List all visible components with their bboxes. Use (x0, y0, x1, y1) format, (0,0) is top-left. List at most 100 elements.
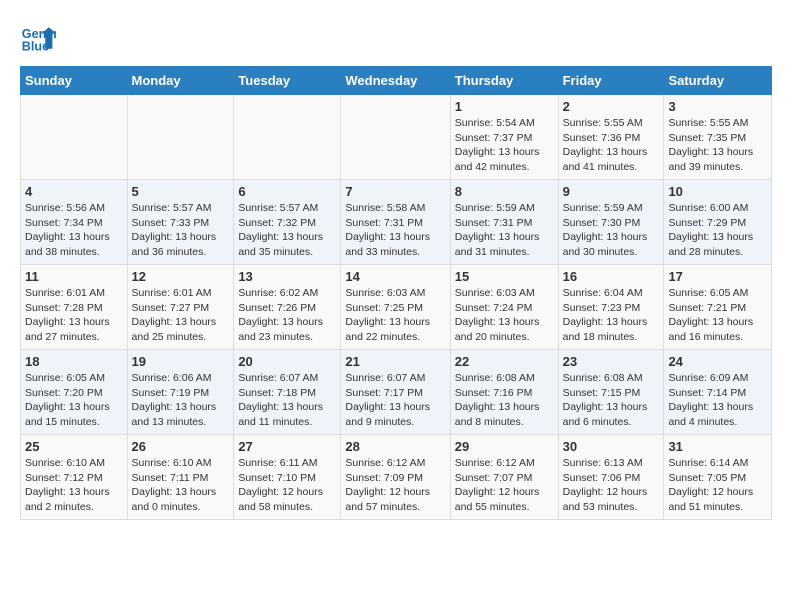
cell-info: Sunrise: 5:55 AMSunset: 7:35 PMDaylight:… (668, 116, 767, 175)
cell-info: Sunrise: 6:10 AMSunset: 7:11 PMDaylight:… (132, 456, 230, 515)
calendar-cell: 2 Sunrise: 5:55 AMSunset: 7:36 PMDaylight… (558, 95, 664, 180)
day-number: 10 (668, 184, 767, 199)
calendar-cell: 17 Sunrise: 6:05 AMSunset: 7:21 PMDayligh… (664, 265, 772, 350)
cell-info: Sunrise: 5:58 AMSunset: 7:31 PMDaylight:… (345, 201, 445, 260)
calendar-cell: 25 Sunrise: 6:10 AMSunset: 7:12 PMDayligh… (21, 435, 128, 520)
cell-info: Sunrise: 6:12 AMSunset: 7:09 PMDaylight:… (345, 456, 445, 515)
day-number: 27 (238, 439, 336, 454)
week-row-1: 1 Sunrise: 5:54 AMSunset: 7:37 PMDaylight… (21, 95, 772, 180)
cell-info: Sunrise: 6:01 AMSunset: 7:28 PMDaylight:… (25, 286, 123, 345)
day-number: 15 (455, 269, 554, 284)
calendar-cell: 13 Sunrise: 6:02 AMSunset: 7:26 PMDayligh… (234, 265, 341, 350)
svg-text:Blue: Blue (22, 40, 49, 54)
calendar-cell: 8 Sunrise: 5:59 AMSunset: 7:31 PMDaylight… (450, 180, 558, 265)
calendar-cell (21, 95, 128, 180)
day-number: 22 (455, 354, 554, 369)
calendar-cell (341, 95, 450, 180)
header-day-tuesday: Tuesday (234, 67, 341, 95)
day-number: 19 (132, 354, 230, 369)
logo-icon: General Blue (20, 20, 56, 56)
calendar-body: 1 Sunrise: 5:54 AMSunset: 7:37 PMDaylight… (21, 95, 772, 520)
calendar-cell: 22 Sunrise: 6:08 AMSunset: 7:16 PMDayligh… (450, 350, 558, 435)
calendar-header: SundayMondayTuesdayWednesdayThursdayFrid… (21, 67, 772, 95)
day-number: 5 (132, 184, 230, 199)
cell-info: Sunrise: 5:56 AMSunset: 7:34 PMDaylight:… (25, 201, 123, 260)
header-day-saturday: Saturday (664, 67, 772, 95)
calendar-cell: 7 Sunrise: 5:58 AMSunset: 7:31 PMDaylight… (341, 180, 450, 265)
calendar-cell: 31 Sunrise: 6:14 AMSunset: 7:05 PMDayligh… (664, 435, 772, 520)
cell-info: Sunrise: 6:02 AMSunset: 7:26 PMDaylight:… (238, 286, 336, 345)
calendar-cell: 11Sunrise: 6:01 AMSunset: 7:28 PMDayligh… (21, 265, 128, 350)
day-number: 4 (25, 184, 123, 199)
day-number: 31 (668, 439, 767, 454)
day-number: 9 (563, 184, 660, 199)
calendar-cell: 6Sunrise: 5:57 AMSunset: 7:32 PMDaylight… (234, 180, 341, 265)
header-day-monday: Monday (127, 67, 234, 95)
calendar-cell (127, 95, 234, 180)
day-number: 18 (25, 354, 123, 369)
cell-info: Sunrise: 6:08 AMSunset: 7:15 PMDaylight:… (563, 371, 660, 430)
calendar-cell: 16 Sunrise: 6:04 AMSunset: 7:23 PMDayligh… (558, 265, 664, 350)
day-number: 24 (668, 354, 767, 369)
day-number: 28 (345, 439, 445, 454)
day-number: 30 (563, 439, 660, 454)
calendar-cell: 23 Sunrise: 6:08 AMSunset: 7:15 PMDayligh… (558, 350, 664, 435)
day-number: 25 (25, 439, 123, 454)
cell-info: Sunrise: 5:59 AMSunset: 7:31 PMDaylight:… (455, 201, 554, 260)
calendar-cell: 28 Sunrise: 6:12 AMSunset: 7:09 PMDayligh… (341, 435, 450, 520)
cell-info: Sunrise: 6:04 AMSunset: 7:23 PMDaylight:… (563, 286, 660, 345)
day-number: 16 (563, 269, 660, 284)
calendar-cell: 20 Sunrise: 6:07 AMSunset: 7:18 PMDayligh… (234, 350, 341, 435)
cell-info: Sunrise: 6:01 AMSunset: 7:27 PMDaylight:… (132, 286, 230, 345)
week-row-4: 18 Sunrise: 6:05 AMSunset: 7:20 PMDayligh… (21, 350, 772, 435)
cell-info: Sunrise: 5:59 AMSunset: 7:30 PMDaylight:… (563, 201, 660, 260)
cell-info: Sunrise: 6:05 AMSunset: 7:21 PMDaylight:… (668, 286, 767, 345)
cell-info: Sunrise: 5:54 AMSunset: 7:37 PMDaylight:… (455, 116, 554, 175)
calendar-cell: 12Sunrise: 6:01 AMSunset: 7:27 PMDayligh… (127, 265, 234, 350)
calendar-cell: 26Sunrise: 6:10 AMSunset: 7:11 PMDayligh… (127, 435, 234, 520)
logo: General Blue (20, 20, 60, 56)
day-number: 21 (345, 354, 445, 369)
calendar-cell: 14 Sunrise: 6:03 AMSunset: 7:25 PMDayligh… (341, 265, 450, 350)
cell-info: Sunrise: 6:14 AMSunset: 7:05 PMDaylight:… (668, 456, 767, 515)
calendar-cell: 15Sunrise: 6:03 AMSunset: 7:24 PMDayligh… (450, 265, 558, 350)
cell-info: Sunrise: 5:55 AMSunset: 7:36 PMDaylight:… (563, 116, 660, 175)
day-number: 7 (345, 184, 445, 199)
day-number: 17 (668, 269, 767, 284)
cell-info: Sunrise: 6:00 AMSunset: 7:29 PMDaylight:… (668, 201, 767, 260)
cell-info: Sunrise: 6:07 AMSunset: 7:17 PMDaylight:… (345, 371, 445, 430)
calendar-cell: 21 Sunrise: 6:07 AMSunset: 7:17 PMDayligh… (341, 350, 450, 435)
calendar-cell: 1 Sunrise: 5:54 AMSunset: 7:37 PMDaylight… (450, 95, 558, 180)
day-number: 14 (345, 269, 445, 284)
cell-info: Sunrise: 6:13 AMSunset: 7:06 PMDaylight:… (563, 456, 660, 515)
page-header: General Blue (20, 20, 772, 56)
day-number: 2 (563, 99, 660, 114)
calendar-cell: 27 Sunrise: 6:11 AMSunset: 7:10 PMDayligh… (234, 435, 341, 520)
day-number: 8 (455, 184, 554, 199)
calendar-cell: 3Sunrise: 5:55 AMSunset: 7:35 PMDaylight… (664, 95, 772, 180)
calendar-cell: 30 Sunrise: 6:13 AMSunset: 7:06 PMDayligh… (558, 435, 664, 520)
day-number: 13 (238, 269, 336, 284)
cell-info: Sunrise: 6:03 AMSunset: 7:25 PMDaylight:… (345, 286, 445, 345)
header-day-wednesday: Wednesday (341, 67, 450, 95)
cell-info: Sunrise: 6:11 AMSunset: 7:10 PMDaylight:… (238, 456, 336, 515)
calendar-cell: 19 Sunrise: 6:06 AMSunset: 7:19 PMDayligh… (127, 350, 234, 435)
cell-info: Sunrise: 6:05 AMSunset: 7:20 PMDaylight:… (25, 371, 123, 430)
cell-info: Sunrise: 6:07 AMSunset: 7:18 PMDaylight:… (238, 371, 336, 430)
cell-info: Sunrise: 6:08 AMSunset: 7:16 PMDaylight:… (455, 371, 554, 430)
header-day-thursday: Thursday (450, 67, 558, 95)
day-number: 1 (455, 99, 554, 114)
day-number: 20 (238, 354, 336, 369)
header-day-sunday: Sunday (21, 67, 128, 95)
calendar-cell: 29Sunrise: 6:12 AMSunset: 7:07 PMDayligh… (450, 435, 558, 520)
calendar-cell: 24 Sunrise: 6:09 AMSunset: 7:14 PMDayligh… (664, 350, 772, 435)
cell-info: Sunrise: 6:10 AMSunset: 7:12 PMDaylight:… (25, 456, 123, 515)
cell-info: Sunrise: 6:09 AMSunset: 7:14 PMDaylight:… (668, 371, 767, 430)
days-row: SundayMondayTuesdayWednesdayThursdayFrid… (21, 67, 772, 95)
calendar-cell (234, 95, 341, 180)
week-row-5: 25 Sunrise: 6:10 AMSunset: 7:12 PMDayligh… (21, 435, 772, 520)
week-row-3: 11Sunrise: 6:01 AMSunset: 7:28 PMDayligh… (21, 265, 772, 350)
day-number: 23 (563, 354, 660, 369)
cell-info: Sunrise: 6:06 AMSunset: 7:19 PMDaylight:… (132, 371, 230, 430)
calendar-cell: 10 Sunrise: 6:00 AMSunset: 7:29 PMDayligh… (664, 180, 772, 265)
